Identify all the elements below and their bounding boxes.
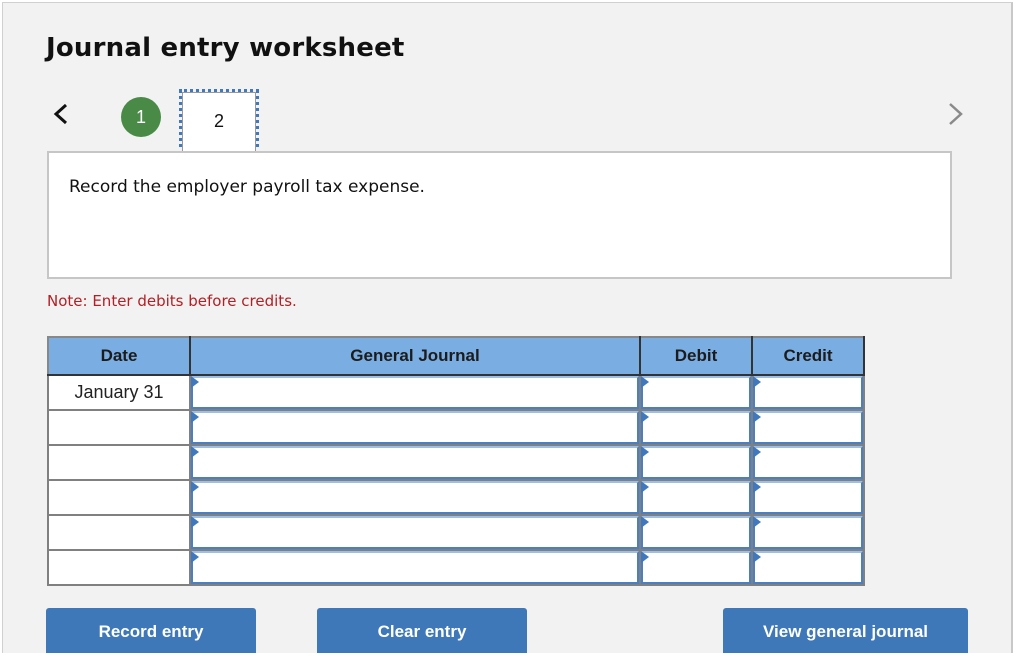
table-row: [47, 444, 865, 481]
record-entry-button[interactable]: Record entry: [46, 608, 256, 653]
debit-input[interactable]: [641, 411, 751, 444]
account-input[interactable]: [191, 411, 639, 444]
step-2-label: 2: [213, 110, 224, 131]
account-input[interactable]: [191, 376, 639, 409]
account-input-cell: [189, 479, 641, 516]
table-header-row: Date General Journal Debit Credit: [47, 336, 865, 376]
date-cell: [47, 549, 191, 586]
debit-input[interactable]: [641, 516, 751, 549]
previous-step-button[interactable]: [51, 99, 71, 129]
date-cell: [47, 444, 191, 481]
account-input-cell: [189, 409, 641, 446]
dropdown-indicator-icon: [753, 376, 761, 388]
header-credit: Credit: [751, 336, 865, 376]
date-cell: January 31: [47, 374, 191, 411]
account-input[interactable]: [191, 551, 639, 584]
credit-input-cell: [751, 409, 865, 446]
journal-table: Date General Journal Debit Credit Januar…: [47, 336, 865, 586]
account-input[interactable]: [191, 446, 639, 479]
credit-input-cell: [751, 374, 865, 411]
account-input-cell: [189, 374, 641, 411]
header-debit: Debit: [639, 336, 753, 376]
account-input-cell: [189, 514, 641, 551]
debit-input[interactable]: [641, 551, 751, 584]
credit-input[interactable]: [753, 411, 863, 444]
dropdown-indicator-icon: [641, 551, 649, 563]
step-1-completed[interactable]: 1: [121, 97, 161, 137]
date-cell: [47, 479, 191, 516]
account-input-cell: [189, 444, 641, 481]
header-general-journal: General Journal: [189, 336, 641, 376]
table-row: [47, 549, 865, 586]
date-cell: [47, 409, 191, 446]
page-title: Journal entry worksheet: [46, 33, 405, 63]
dropdown-indicator-icon: [641, 411, 649, 423]
debit-input-cell: [639, 479, 753, 516]
step-2-current-tab[interactable]: 2: [179, 89, 259, 155]
debit-input-cell: [639, 374, 753, 411]
table-row: [47, 479, 865, 516]
instruction-panel: Record the employer payroll tax expense.: [47, 151, 952, 279]
account-input-cell: [189, 549, 641, 586]
chevron-right-icon: [949, 103, 963, 125]
instruction-text: Record the employer payroll tax expense.: [69, 177, 425, 197]
dropdown-indicator-icon: [191, 446, 199, 458]
dropdown-indicator-icon: [191, 481, 199, 493]
debit-input-cell: [639, 549, 753, 586]
debit-input[interactable]: [641, 481, 751, 514]
dropdown-indicator-icon: [191, 516, 199, 528]
debit-input-cell: [639, 444, 753, 481]
dropdown-indicator-icon: [641, 376, 649, 388]
next-step-button[interactable]: [945, 99, 965, 129]
debit-input-cell: [639, 514, 753, 551]
account-input[interactable]: [191, 516, 639, 549]
debit-input[interactable]: [641, 446, 751, 479]
dropdown-indicator-icon: [753, 481, 761, 493]
table-row: [47, 409, 865, 446]
account-input[interactable]: [191, 481, 639, 514]
dropdown-indicator-icon: [753, 411, 761, 423]
dropdown-indicator-icon: [753, 551, 761, 563]
dropdown-indicator-icon: [191, 411, 199, 423]
table-row: [47, 514, 865, 551]
dropdown-indicator-icon: [641, 481, 649, 493]
debit-input-cell: [639, 409, 753, 446]
dropdown-indicator-icon: [191, 551, 199, 563]
credit-input[interactable]: [753, 446, 863, 479]
dropdown-indicator-icon: [191, 376, 199, 388]
dropdown-indicator-icon: [753, 446, 761, 458]
step-1-label: 1: [135, 106, 146, 127]
credit-input-cell: [751, 444, 865, 481]
view-general-journal-button[interactable]: View general journal: [723, 608, 968, 653]
credit-input-cell: [751, 514, 865, 551]
dropdown-indicator-icon: [641, 446, 649, 458]
credit-input-cell: [751, 549, 865, 586]
note-text: Note: Enter debits before credits.: [47, 292, 297, 310]
credit-input[interactable]: [753, 481, 863, 514]
dropdown-indicator-icon: [641, 516, 649, 528]
clear-entry-button[interactable]: Clear entry: [317, 608, 527, 653]
credit-input[interactable]: [753, 376, 863, 409]
credit-input-cell: [751, 479, 865, 516]
credit-input[interactable]: [753, 551, 863, 584]
journal-entry-worksheet: Journal entry worksheet 1 2 Record the e…: [2, 2, 1013, 653]
credit-input[interactable]: [753, 516, 863, 549]
header-date: Date: [47, 336, 191, 376]
chevron-left-icon: [53, 103, 68, 125]
debit-input[interactable]: [641, 376, 751, 409]
dropdown-indicator-icon: [753, 516, 761, 528]
table-row: January 31: [47, 374, 865, 411]
date-cell: [47, 514, 191, 551]
